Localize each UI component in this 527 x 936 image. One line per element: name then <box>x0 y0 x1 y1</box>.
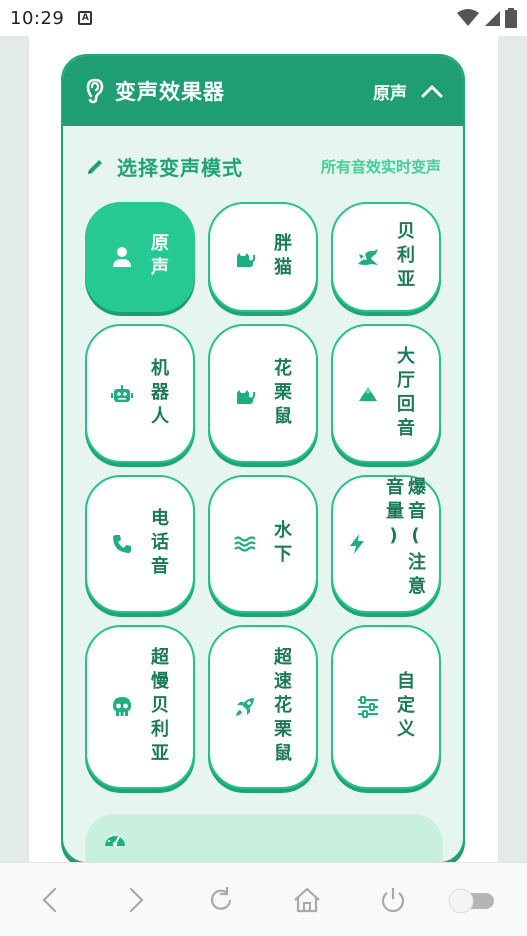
mode-button-hall-echo[interactable]: 大厅回音 <box>331 324 441 463</box>
battery-icon <box>505 8 517 28</box>
mode-label: 原声 <box>148 233 169 281</box>
water-icon <box>234 536 256 552</box>
mode-button-belial[interactable]: 贝利亚 <box>331 202 441 312</box>
cat-icon <box>237 253 256 267</box>
signal-icon <box>485 11 500 26</box>
status-icons <box>457 8 517 28</box>
mode-label: 机器人 <box>148 357 169 430</box>
ear-icon <box>86 78 104 104</box>
card-header[interactable]: 变声效果器 原声 <box>63 56 463 126</box>
toggle-switch[interactable] <box>446 885 498 915</box>
forward-icon[interactable] <box>120 885 150 915</box>
robot-icon <box>111 384 133 402</box>
mode-label: 自定义 <box>394 671 415 743</box>
cat-icon <box>237 389 256 404</box>
person-icon <box>113 247 131 267</box>
mode-label: 水下 <box>271 520 292 568</box>
mode-label: 超速花栗鼠 <box>271 647 292 767</box>
mode-button-blast[interactable]: 爆音(注意音量) <box>331 475 441 613</box>
bolt-icon <box>350 534 364 554</box>
mode-label: 电话音 <box>148 508 169 580</box>
card-title: 变声效果器 <box>115 80 225 104</box>
mode-label: 爆音(注意音量) <box>383 477 426 600</box>
mode-button-underwater[interactable]: 水下 <box>208 475 318 613</box>
gauge-icon <box>105 833 125 847</box>
header-right: 原声 <box>373 79 443 104</box>
mode-label: 超慢贝利亚 <box>148 647 169 767</box>
mode-button-fat-cat[interactable]: 胖猫 <box>208 202 318 312</box>
mode-grid: 原声 胖猫 贝利亚 机器人 花栗鼠 大厅回音 电话音 水下 爆音(注意音量) 超… <box>85 202 441 789</box>
custom-settings-panel <box>85 814 443 862</box>
mode-button-fast-chipmunk[interactable]: 超速花栗鼠 <box>208 625 318 789</box>
browser-nav-bar <box>0 862 527 936</box>
status-bar: 10:29 A <box>0 0 527 36</box>
power-icon[interactable] <box>378 885 408 915</box>
notification-a-icon: A <box>78 11 93 25</box>
dragon-icon <box>358 249 378 265</box>
phone-icon <box>113 535 131 553</box>
home-icon[interactable] <box>292 885 322 915</box>
mode-button-slow-belial[interactable]: 超慢贝利亚 <box>85 625 195 789</box>
chevron-up-icon[interactable] <box>421 84 443 98</box>
skull-icon <box>113 697 131 716</box>
mode-button-original[interactable]: 原声 <box>85 202 195 312</box>
rocket-icon <box>236 698 254 716</box>
voice-changer-card: 变声效果器 原声 选择变声模式 所有音效实时变声 原声 胖猫 贝利亚 机器人 花… <box>61 54 465 864</box>
mode-button-robot[interactable]: 机器人 <box>85 324 195 463</box>
back-icon[interactable] <box>36 885 66 915</box>
mode-label: 花栗鼠 <box>271 357 292 430</box>
wifi-icon <box>457 9 479 26</box>
mode-label: 大厅回音 <box>394 345 415 442</box>
section-hint: 所有音效实时变声 <box>320 158 441 176</box>
status-time: 10:29 <box>10 7 65 29</box>
refresh-icon[interactable] <box>206 885 236 915</box>
mode-label: 胖猫 <box>271 233 292 281</box>
mode-button-telephone[interactable]: 电话音 <box>85 475 195 613</box>
current-mode-label: 原声 <box>373 83 407 104</box>
section-title: 选择变声模式 <box>117 156 243 180</box>
pencil-icon <box>88 159 102 174</box>
mode-label: 贝利亚 <box>394 221 415 293</box>
mode-button-custom[interactable]: 自定义 <box>331 625 441 789</box>
section-header: 选择变声模式 所有音效实时变声 <box>85 152 441 181</box>
sliders-icon <box>358 696 378 718</box>
mode-button-chipmunk[interactable]: 花栗鼠 <box>208 324 318 463</box>
mountain-icon <box>359 386 377 401</box>
